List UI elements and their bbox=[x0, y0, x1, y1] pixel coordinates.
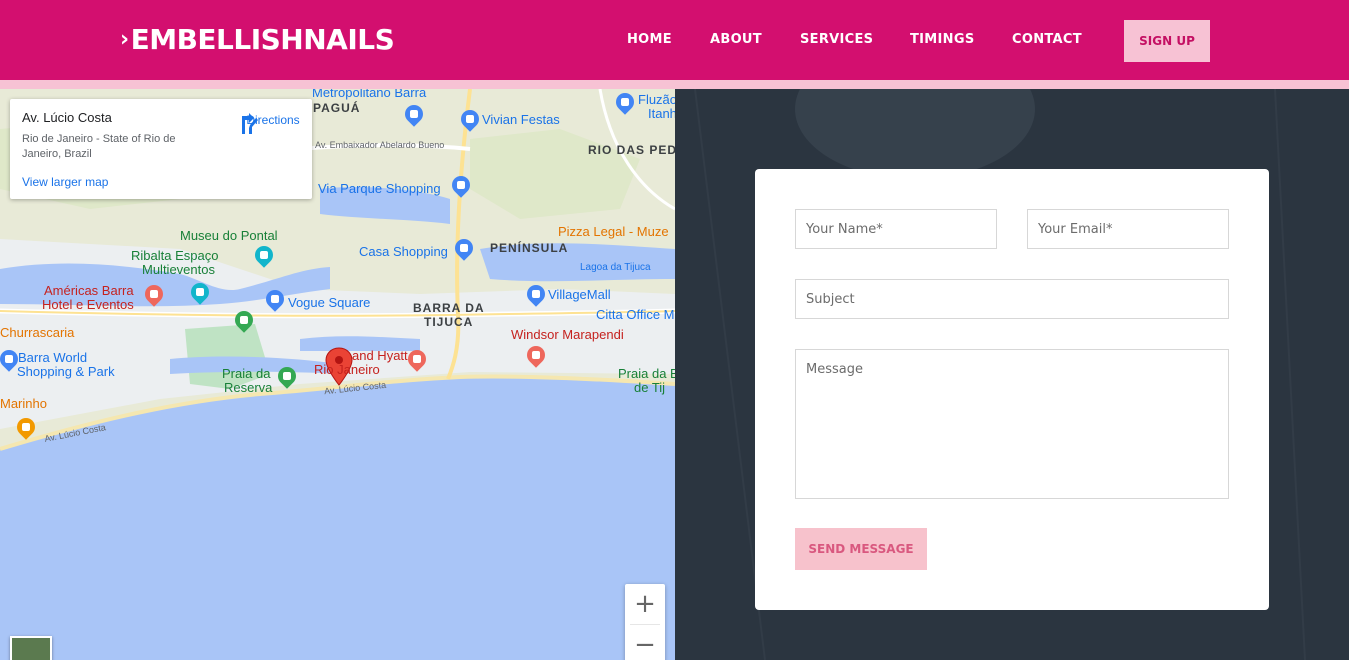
name-input[interactable] bbox=[795, 209, 997, 249]
map-label: PAGUÁ bbox=[313, 101, 361, 115]
map-label: and Hyatt bbox=[352, 348, 408, 363]
map-label: Fluzão bbox=[638, 92, 675, 107]
map-label: Metropolitano Barra bbox=[312, 89, 427, 100]
embedded-map[interactable]: Metropolitano Barra PAGUÁ Fluzão Itanh V… bbox=[0, 89, 675, 660]
place-title: Av. Lúcio Costa bbox=[22, 110, 112, 125]
map-label: Vivian Festas bbox=[482, 112, 560, 127]
nav-about[interactable]: ABOUT bbox=[710, 32, 762, 48]
map-label: Shopping & Park bbox=[17, 364, 115, 379]
map-label: Av. Embaixador Abelardo Bueno bbox=[315, 140, 445, 150]
message-textarea[interactable] bbox=[795, 349, 1229, 499]
map-label: Vogue Square bbox=[288, 295, 371, 310]
nav-timings[interactable]: TIMINGS bbox=[910, 32, 975, 48]
email-input[interactable] bbox=[1027, 209, 1229, 249]
map-label: Lagoa da Tijuca bbox=[580, 262, 651, 273]
map-label: Américas Barra bbox=[44, 283, 134, 298]
map-label: Windsor Marapendi bbox=[511, 327, 624, 342]
logo-chevron-icon: › bbox=[120, 27, 129, 52]
site-header: › EMBELLISHNAILS HOME ABOUT SERVICES TIM… bbox=[0, 0, 1349, 80]
zoom-in-button[interactable]: + bbox=[625, 584, 665, 624]
map-label: Praia da B bbox=[618, 366, 675, 381]
map-label: Itanh bbox=[648, 106, 675, 121]
map-label: Multieventos bbox=[142, 262, 215, 277]
map-info-card: Av. Lúcio Costa Rio de Janeiro - State o… bbox=[10, 99, 312, 199]
nav-contact[interactable]: CONTACT bbox=[1012, 32, 1082, 48]
map-label: Museu do Pontal bbox=[180, 228, 278, 243]
subject-input[interactable] bbox=[795, 279, 1229, 319]
map-label: PENÍNSULA bbox=[490, 241, 569, 255]
map-zoom-controls: + − bbox=[625, 584, 665, 660]
map-label: Citta Office M bbox=[596, 307, 675, 322]
map-label: Hotel e Eventos bbox=[42, 297, 134, 312]
header-divider bbox=[0, 80, 1349, 89]
map-label: TIJUCA bbox=[424, 315, 474, 329]
directions-icon bbox=[242, 113, 258, 134]
map-label: de Tij bbox=[634, 380, 666, 395]
map-layer-toggle[interactable] bbox=[10, 636, 52, 660]
map-label: BARRA DA bbox=[413, 301, 485, 315]
map-label: RIO DAS PEDR bbox=[588, 143, 675, 157]
map-label: Barra World bbox=[18, 350, 88, 365]
map-label: Churrascaria bbox=[0, 325, 75, 340]
zoom-out-button[interactable]: − bbox=[625, 625, 665, 660]
logo-text: EMBELLISHNAILS bbox=[130, 23, 395, 56]
directions-button[interactable]: Directions bbox=[238, 113, 308, 134]
map-label: Ribalta Espaço bbox=[131, 248, 219, 263]
map-label: Casa Shopping bbox=[359, 244, 448, 259]
view-larger-map-link[interactable]: View larger map bbox=[22, 175, 108, 189]
place-address: Rio de Janeiro - State of Rio de Janeiro… bbox=[22, 133, 176, 160]
map-label: Via Parque Shopping bbox=[318, 181, 441, 196]
map-label: Rio Janeiro bbox=[314, 362, 380, 377]
map-label: Reserva bbox=[224, 380, 273, 395]
send-message-button[interactable]: SEND MESSAGE bbox=[795, 528, 927, 570]
site-logo[interactable]: › EMBELLISHNAILS bbox=[120, 23, 395, 56]
nav-services[interactable]: SERVICES bbox=[800, 32, 873, 48]
map-label: Marinho bbox=[0, 396, 47, 411]
map-label: Praia da bbox=[222, 366, 271, 381]
contact-form: SEND MESSAGE bbox=[755, 169, 1269, 610]
map-label: VillageMall bbox=[548, 287, 611, 302]
signup-button[interactable]: SIGN UP bbox=[1124, 20, 1210, 62]
map-label: Pizza Legal - Muze bbox=[558, 224, 669, 239]
nav-home[interactable]: HOME bbox=[627, 32, 672, 48]
